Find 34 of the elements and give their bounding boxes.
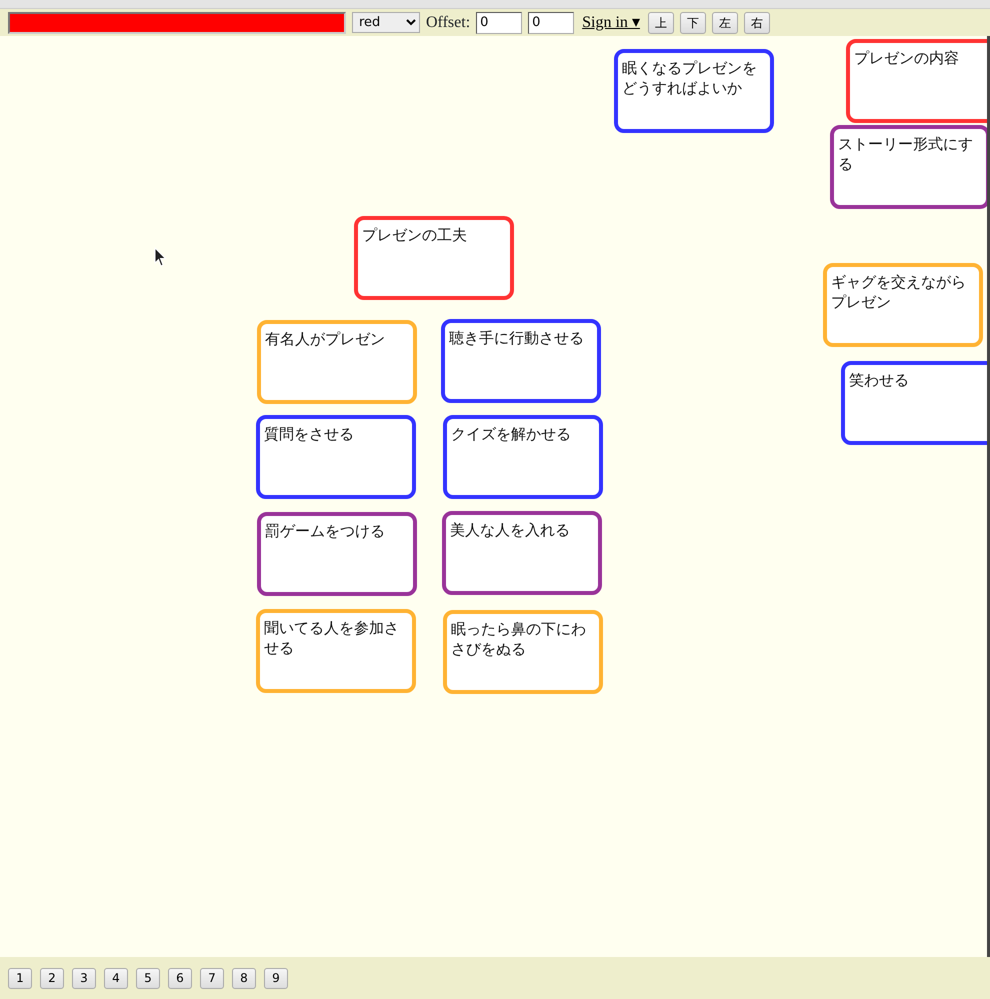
direction-button[interactable]: 右 xyxy=(744,12,770,34)
sticky-note[interactable]: ギャグを交えながらプレゼン xyxy=(823,263,983,347)
sticky-note[interactable]: ストーリー形式にする xyxy=(830,125,987,209)
direction-button[interactable]: 上 xyxy=(648,12,674,34)
sticky-note[interactable]: 有名人がプレゼン xyxy=(257,320,417,404)
sign-in-link[interactable]: Sign in ▾ xyxy=(582,10,640,34)
page-button[interactable]: 1 xyxy=(8,968,32,988)
sticky-note[interactable]: 聴き手に行動させる xyxy=(441,319,601,403)
page-button[interactable]: 4 xyxy=(104,968,128,988)
sticky-note[interactable]: 質問をさせる xyxy=(256,415,416,499)
direction-button[interactable]: 左 xyxy=(712,12,738,34)
page-button[interactable]: 6 xyxy=(168,968,192,988)
sticky-note[interactable]: 聞いてる人を参加させる xyxy=(256,609,416,693)
offset-y-field[interactable]: 0 xyxy=(528,12,574,34)
page-button[interactable]: 7 xyxy=(200,968,224,988)
mouse-pointer-icon xyxy=(154,247,167,267)
sticky-note[interactable]: プレゼンの工夫 xyxy=(354,216,514,300)
sticky-note[interactable]: 眠くなるプレゼンをどうすればよいか xyxy=(614,49,774,133)
color-select[interactable]: red xyxy=(352,12,420,33)
offset-x-field[interactable]: 0 xyxy=(476,12,522,34)
sticky-note[interactable]: プレゼンの内容 xyxy=(846,39,987,123)
sticky-note[interactable]: クイズを解かせる xyxy=(443,415,603,499)
offset-label: Offset: xyxy=(426,12,470,32)
page-button[interactable]: 2 xyxy=(40,968,64,988)
sticky-note[interactable]: 美人な人を入れる xyxy=(442,511,602,595)
page-button[interactable]: 3 xyxy=(72,968,96,988)
page-button[interactable]: 9 xyxy=(264,968,288,988)
sticky-note[interactable]: 笑わせる xyxy=(841,361,987,445)
page-button[interactable]: 8 xyxy=(232,968,256,988)
color-swatch[interactable] xyxy=(8,12,346,34)
sticky-note[interactable]: 罰ゲームをつける xyxy=(257,512,417,596)
sticky-note[interactable]: 眠ったら鼻の下にわさびをぬる xyxy=(443,610,603,694)
page-button[interactable]: 5 xyxy=(136,968,160,988)
direction-button[interactable]: 下 xyxy=(680,12,706,34)
